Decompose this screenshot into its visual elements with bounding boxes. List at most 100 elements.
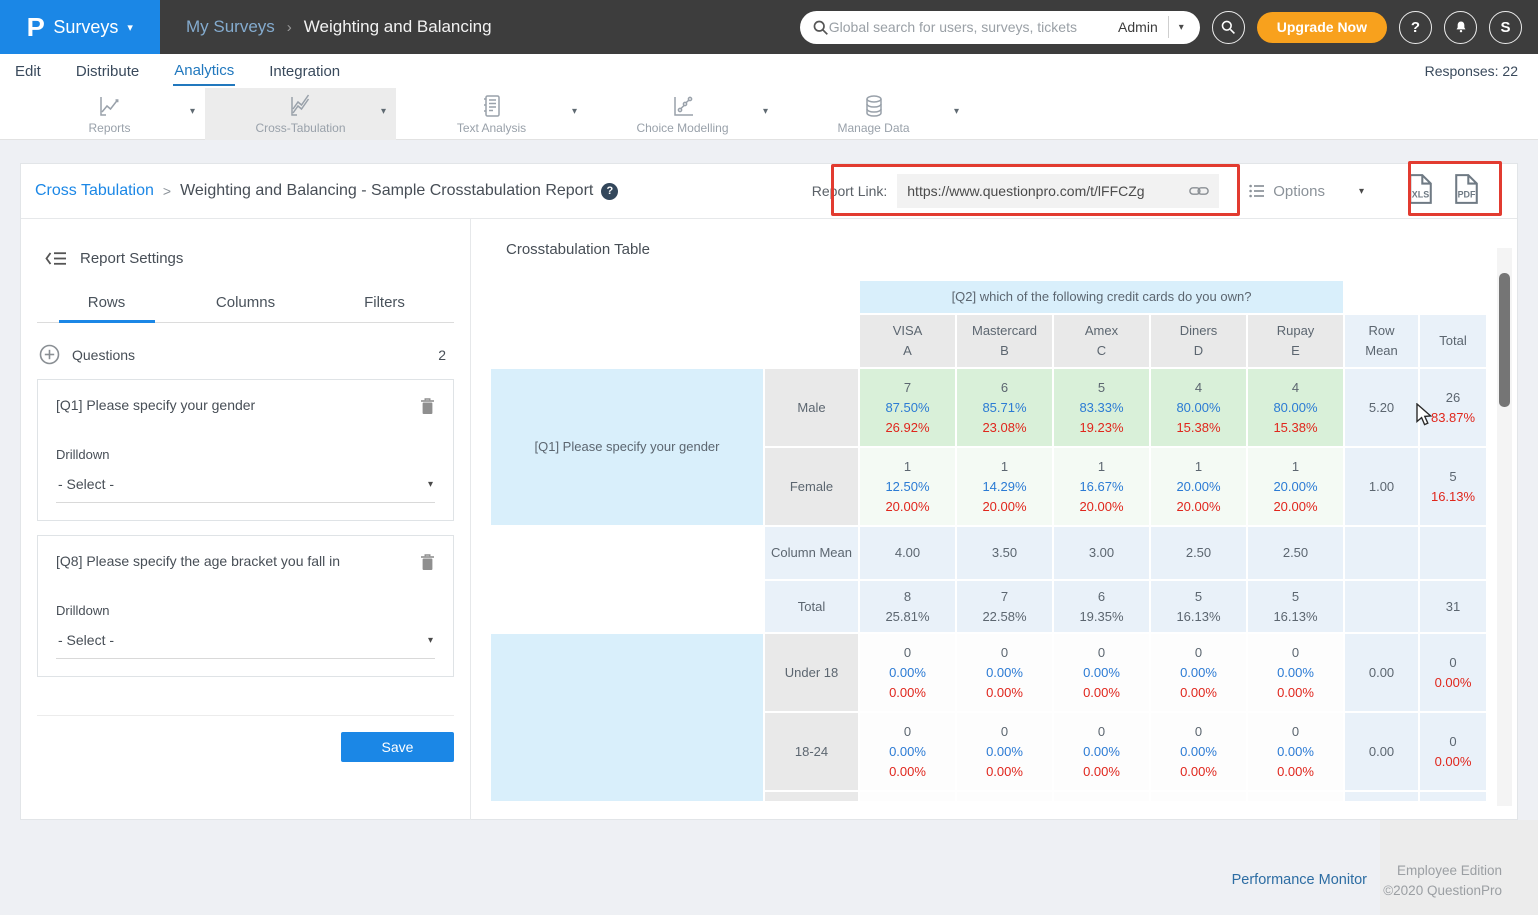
crosstab-cell: 112.50%20.00%	[860, 448, 955, 525]
upgrade-now-button[interactable]: Upgrade Now	[1257, 12, 1387, 43]
column-total-cell: 722.58%	[957, 581, 1052, 632]
breadcrumb-separator-icon: ›	[287, 19, 292, 36]
table-scrollbar-track[interactable]	[1497, 248, 1512, 806]
trash-icon[interactable]	[420, 554, 435, 576]
breadcrumb-my-surveys[interactable]: My Surveys	[186, 17, 275, 37]
export-xls-button[interactable]: XLS	[1406, 173, 1435, 210]
toolbar-item-choice-modelling[interactable]: Choice Modelling▾	[587, 88, 778, 140]
export-buttons: XLS PDF	[1406, 173, 1481, 210]
row-label: Male	[765, 369, 858, 446]
toolbar-item-reports[interactable]: Reports ▾	[14, 88, 205, 140]
crosstab-chart-icon	[288, 93, 314, 119]
crosstab-cell: 00.00%0.00%	[1151, 713, 1246, 790]
toolbar-item-label: Reports	[88, 121, 130, 135]
settings-tabs: RowsColumnsFilters	[37, 294, 454, 323]
report-card: Cross Tabulation > Weighting and Balanci…	[20, 163, 1518, 820]
nav-tab-analytics[interactable]: Analytics	[173, 56, 235, 86]
table-scrollbar-thumb[interactable]	[1499, 273, 1510, 407]
global-search-input[interactable]	[829, 19, 1108, 35]
row-mean-cell: 0.00	[1345, 713, 1418, 790]
chevron-down-icon[interactable]: ▾	[1169, 22, 1194, 33]
toolbar-item-cross-tabulation[interactable]: Cross-Tabulation ▾	[205, 88, 396, 140]
survey-nav: EditDistributeAnalyticsIntegration Respo…	[0, 54, 1538, 88]
svg-text:PDF: PDF	[1458, 189, 1476, 199]
drilldown-label: Drilldown	[56, 603, 435, 618]
toolbar-item-text-analysis[interactable]: Text Analysis▾	[396, 88, 587, 140]
crosstab-cell: 00.00%0.00%	[957, 634, 1052, 711]
crosstab-cell: 116.67%20.00%	[1054, 448, 1149, 525]
edition-text: Employee Edition ©2020 QuestionPro	[1383, 861, 1502, 900]
crosstab-cell: 00.00%0.00%	[1248, 713, 1343, 790]
collapse-panel-icon[interactable]	[45, 251, 67, 266]
product-switcher[interactable]: P Surveys ▾	[0, 0, 160, 54]
export-pdf-button[interactable]: PDF	[1452, 173, 1481, 210]
cross-tabulation-link[interactable]: Cross Tabulation	[35, 182, 154, 200]
nav-tab-distribute[interactable]: Distribute	[75, 57, 140, 85]
row-mean-cell: 5.20	[1345, 369, 1418, 446]
row-label: 18-24	[765, 713, 858, 790]
avatar[interactable]: S	[1489, 11, 1522, 44]
row-mean-header: RowMean	[1345, 315, 1418, 367]
chevron-down-icon[interactable]: ▾	[190, 106, 195, 117]
crosstab-cell: 00.00%0.00%	[1054, 713, 1149, 790]
question-label: [Q8] Please specify the age bracket you …	[56, 553, 420, 569]
svg-text:XLS: XLS	[1412, 189, 1429, 199]
performance-monitor-link[interactable]: Performance Monitor	[1232, 872, 1367, 888]
chevron-down-icon[interactable]: ▾	[381, 106, 386, 117]
chevron-down-icon[interactable]: ▾	[954, 106, 959, 117]
crosstab-area: Crosstabulation Table [Q2] which of the …	[471, 219, 1518, 820]
crosstab-cell: 00.00%0.00%	[1151, 634, 1246, 711]
report-link-url[interactable]: https://www.questionpro.com/t/lFFCZg	[907, 183, 1181, 199]
drilldown-select[interactable]: - Select -▾	[56, 632, 435, 659]
crosstab-cell: 00.00%0.00%	[1248, 634, 1343, 711]
question-cards: [Q1] Please specify your genderDrilldown…	[37, 379, 454, 677]
help-icon[interactable]: ?	[601, 183, 618, 200]
topbar-actions: Admin ▾ Upgrade Now ? S	[800, 11, 1538, 44]
row-total-cell: 516.13%	[1420, 448, 1486, 525]
trash-icon[interactable]	[420, 398, 435, 420]
global-search[interactable]: Admin ▾	[800, 11, 1200, 44]
chevron-down-icon[interactable]: ▾	[763, 106, 768, 117]
notifications-button[interactable]	[1444, 11, 1477, 44]
list-options-icon	[1249, 184, 1265, 198]
crosstab-cell: 583.33%19.23%	[1054, 369, 1149, 446]
tab-rows[interactable]: Rows	[37, 294, 176, 322]
tab-columns[interactable]: Columns	[176, 294, 315, 322]
tab-filters[interactable]: Filters	[315, 294, 454, 322]
crosstab-cell: 00.00%0.00%	[1054, 634, 1149, 711]
options-dropdown[interactable]: Options ▾	[1249, 183, 1364, 200]
report-link-field[interactable]: https://www.questionpro.com/t/lFFCZg	[897, 174, 1219, 208]
column-total-cell: 619.35%	[1054, 581, 1149, 632]
chevron-down-icon[interactable]: ▾	[572, 106, 577, 117]
save-button[interactable]: Save	[341, 732, 454, 762]
drilldown-select[interactable]: - Select -▾	[56, 476, 435, 503]
help-button[interactable]: ?	[1399, 11, 1432, 44]
crosstab-cell: 00.00%0.00%	[860, 713, 955, 790]
row-total-cell: 2683.87%	[1420, 369, 1486, 446]
drilldown-label: Drilldown	[56, 447, 435, 462]
search-scope-label: Admin	[1108, 19, 1168, 35]
toolbar-item-label: Manage Data	[837, 121, 909, 135]
row-total-cell: 00.00%	[1420, 634, 1486, 711]
nav-tab-integration[interactable]: Integration	[268, 57, 341, 85]
total-header: Total	[1420, 315, 1486, 367]
nav-tabs: Edit Distribute Analytics Integration	[14, 56, 374, 86]
chevron-down-icon: ▾	[428, 479, 433, 490]
toolbar-item-label: Cross-Tabulation	[255, 121, 345, 135]
column-total-cell: 516.13%	[1151, 581, 1246, 632]
column-mean-cell: 3.00	[1054, 527, 1149, 579]
toolbar-item-manage-data[interactable]: Manage Data ▾	[778, 88, 969, 140]
crosstab-cell: 480.00%15.38%	[1151, 369, 1246, 446]
nav-tab-edit[interactable]: Edit	[14, 57, 42, 85]
column-mean-cell: 3.50	[957, 527, 1052, 579]
report-header: Cross Tabulation > Weighting and Balanci…	[21, 164, 1517, 219]
search-button[interactable]	[1212, 11, 1245, 44]
add-question-icon[interactable]	[39, 344, 60, 365]
search-icon	[812, 19, 829, 36]
column-header-visa: VISAA	[860, 315, 955, 367]
link-icon	[1189, 185, 1209, 197]
settings-panel-title: Report Settings	[80, 250, 183, 267]
crosstab-cell: 00.00%0.00%	[957, 713, 1052, 790]
column-header-mastercard: MastercardB	[957, 315, 1052, 367]
database-icon	[861, 93, 887, 119]
